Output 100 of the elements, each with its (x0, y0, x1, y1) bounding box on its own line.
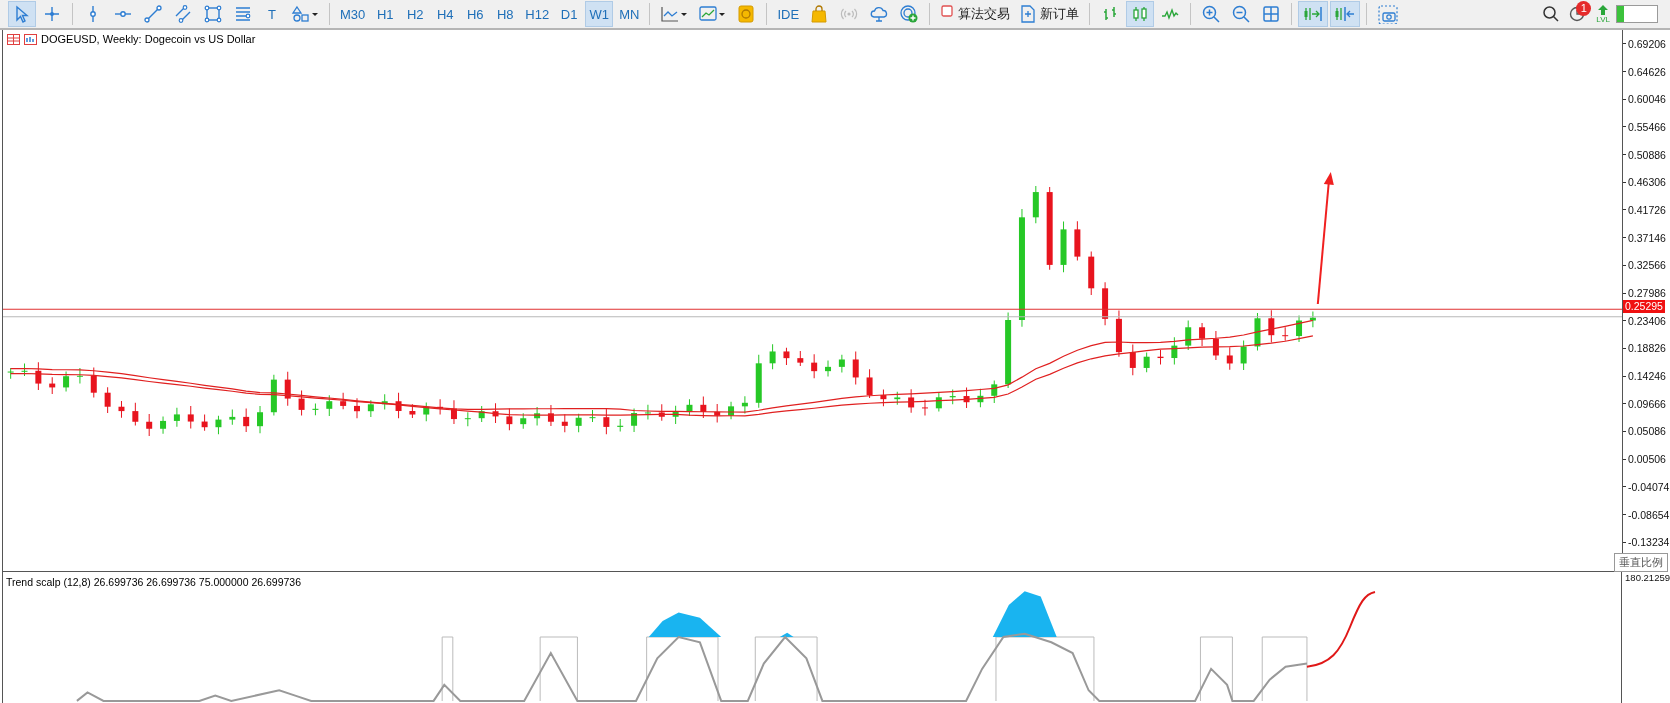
candle (700, 396, 707, 419)
current-price-label: 0.25295 (1623, 300, 1665, 313)
pointer-button[interactable] (8, 1, 36, 27)
timeframe-button[interactable]: H8 (491, 1, 520, 27)
price-tick-label: 0.55466 (1628, 120, 1666, 133)
line-chart-icon (660, 4, 689, 24)
parallel-lines-icon (173, 4, 193, 24)
candle (1032, 185, 1039, 224)
candle (229, 408, 236, 426)
horizontal-lines-icon (233, 4, 253, 24)
timeframe-button[interactable]: M30 (336, 1, 370, 27)
candle (104, 386, 111, 414)
candle (437, 398, 444, 415)
candle (340, 392, 347, 410)
candle (922, 399, 928, 416)
crosshair-icon (42, 4, 62, 24)
timeframe-button[interactable]: H1 (371, 1, 400, 27)
candle (1143, 352, 1150, 373)
candle (395, 392, 402, 419)
price-tick-label: 0.50886 (1628, 148, 1666, 161)
candle (1088, 250, 1095, 296)
indicator-title: Trend scalp (12,8) 26.699736 26.699736 75.000000 26.699736 (6, 576, 302, 588)
candle (1226, 346, 1233, 371)
candle (714, 403, 721, 423)
chart-window-icon (24, 33, 37, 45)
timeframe-button[interactable]: H4 (431, 1, 460, 27)
candle (312, 403, 319, 416)
price-tick-label: -0.13234 (1628, 536, 1670, 549)
candle (1129, 344, 1136, 376)
bars-arrow-left-icon (1334, 4, 1357, 24)
candle (354, 397, 360, 419)
price-tick-label: 0.32566 (1628, 259, 1666, 272)
grid-icon (1261, 4, 1282, 24)
candle (575, 413, 582, 433)
toolbar-button[interactable]: T (259, 1, 285, 27)
timeframe-button[interactable]: W1 (585, 1, 614, 27)
price-tick-label: 0.37146 (1628, 231, 1666, 244)
price-tick-label: 0.05086 (1628, 425, 1666, 438)
price-tick-label: -0.08654 (1628, 508, 1670, 521)
candle (298, 390, 305, 416)
timeframe-button[interactable]: H12 (521, 1, 554, 27)
candle (1212, 330, 1219, 361)
candle (1157, 349, 1164, 365)
level-button[interactable]: LVL (1590, 1, 1616, 27)
price-tick-label: 0.14246 (1628, 370, 1666, 383)
document-plus-icon (1020, 4, 1037, 24)
notification-count: 1 (1576, 1, 1592, 16)
candle (1171, 336, 1178, 365)
price-tick-label: 0.60046 (1628, 93, 1666, 106)
timeframe-button[interactable]: D1 (555, 1, 584, 27)
candle (561, 413, 568, 433)
price-tick-label: 0.09666 (1628, 397, 1666, 410)
trend-line-icon (143, 4, 163, 24)
timeframe-button[interactable]: MN (615, 1, 644, 27)
chart-window-icon (698, 4, 727, 24)
candle (949, 388, 956, 405)
algo-trading-button[interactable]: 算法交易 (936, 1, 1015, 27)
candle (35, 361, 42, 391)
notifications-button[interactable]: 1 (1564, 1, 1591, 27)
price-tick-label: 0.00506 (1628, 453, 1666, 466)
toolbar-button[interactable]: IDE (773, 1, 804, 27)
candle (7, 367, 14, 380)
price-tick-label: -0.04074 (1628, 480, 1670, 493)
candle (160, 416, 167, 435)
candle (686, 398, 693, 417)
timeframe-button[interactable]: H6 (461, 1, 490, 27)
cloud-icon (869, 4, 890, 24)
candle (132, 402, 139, 427)
candlestick-button[interactable] (1126, 1, 1155, 27)
camera-icon (1377, 4, 1400, 24)
rectangle-icon (203, 4, 223, 24)
candle (1240, 340, 1247, 371)
price-tick-label: 0.64626 (1628, 65, 1666, 78)
candle (935, 392, 942, 413)
candle (894, 391, 901, 406)
candle (534, 406, 541, 426)
candle (243, 408, 250, 433)
candle (381, 393, 388, 410)
candle (644, 404, 651, 421)
candle (284, 371, 291, 407)
candle (326, 394, 333, 417)
candle (1254, 312, 1261, 351)
candle (49, 376, 56, 395)
vertical-scale-button[interactable]: 垂直比例 (1614, 553, 1668, 572)
chart-shift-button[interactable] (1330, 1, 1361, 27)
candle (257, 405, 263, 434)
auto-scroll-button[interactable] (1298, 1, 1329, 27)
candle (478, 405, 485, 423)
candle (1060, 220, 1067, 273)
candle (63, 371, 70, 392)
new-order-button[interactable]: 新订单 (1016, 1, 1084, 27)
candle (908, 388, 915, 414)
candle (547, 404, 554, 427)
candle (201, 414, 208, 432)
timeframe-button[interactable]: H2 (401, 1, 430, 27)
candle (977, 388, 984, 408)
candle (423, 402, 430, 422)
shopping-bag-icon (809, 4, 830, 24)
candle (146, 413, 153, 437)
candle (658, 403, 665, 422)
